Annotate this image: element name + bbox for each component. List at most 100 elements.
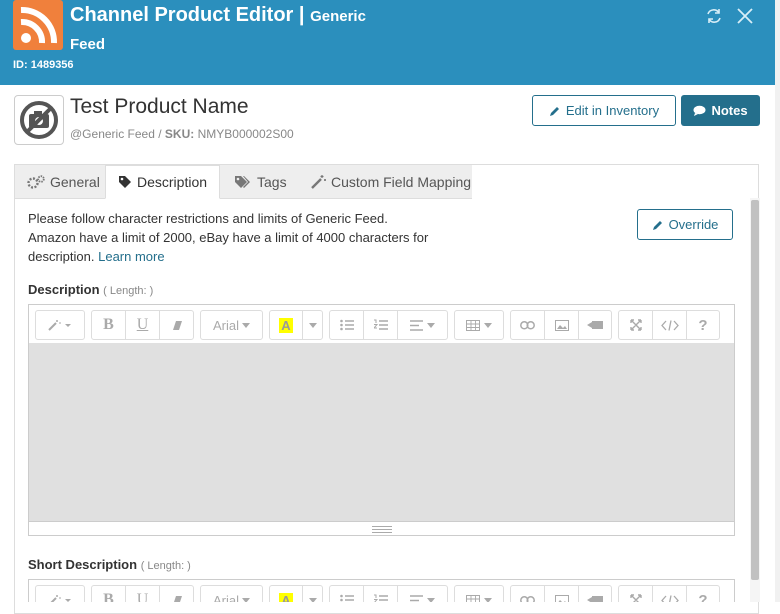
short-description-label-text: Short Description (28, 557, 138, 572)
caret-down-icon (427, 597, 435, 602)
fullscreen-button[interactable] (619, 311, 653, 339)
description-editor[interactable]: B U Arial A ? (28, 304, 735, 536)
close-icon[interactable] (735, 6, 755, 26)
refresh-icon[interactable] (704, 6, 724, 26)
channel-name-line2: Feed (70, 36, 106, 53)
code-view-button[interactable] (653, 311, 687, 339)
tab-tags[interactable]: Tags (234, 165, 287, 198)
align-left-icon (410, 319, 423, 331)
help-button[interactable]: ? (687, 586, 719, 603)
insert-image-button[interactable] (545, 586, 579, 602)
table-dropdown[interactable] (455, 586, 503, 602)
window-title: Channel Product Editor | Generic (70, 3, 366, 29)
eraser-button[interactable] (160, 311, 193, 339)
image-icon (554, 319, 569, 331)
insert-video-button[interactable] (579, 311, 611, 339)
override-label: Override (668, 217, 719, 232)
bullet-list-icon (339, 319, 354, 331)
numbered-list-icon (373, 319, 388, 330)
panel-scrollbar-thumb[interactable] (751, 200, 759, 580)
edit-in-inventory-button[interactable]: Edit in Inventory (532, 95, 676, 126)
align-dropdown[interactable] (398, 586, 447, 602)
numbered-list-icon (373, 594, 388, 602)
tab-custom-field-mapping[interactable]: Custom Field Mapping (310, 165, 471, 198)
ordered-list-button[interactable] (364, 586, 398, 602)
insert-group (510, 310, 612, 340)
text-color-button[interactable]: A (270, 311, 303, 339)
product-name: Test Product Name (70, 95, 249, 118)
magic-wand-icon (48, 320, 71, 331)
font-family-group: Arial (200, 310, 263, 340)
underline-button[interactable]: U (126, 586, 160, 602)
eraser-button[interactable] (160, 586, 193, 602)
sku-value: NMYB000002S00 (197, 127, 294, 141)
short-description-length: ( Length: ) (140, 560, 191, 572)
underline-button[interactable]: U (126, 311, 160, 339)
notes-label: Notes (711, 103, 748, 118)
panel-scrollbar[interactable] (750, 198, 760, 602)
bold-button[interactable]: B (92, 586, 126, 602)
tab-description[interactable]: Description (105, 165, 220, 199)
code-view-button[interactable] (653, 586, 687, 602)
code-icon (660, 319, 679, 331)
window-title-text: Channel Product Editor | (70, 4, 305, 26)
learn-more-link[interactable]: Learn more (98, 249, 164, 264)
insert-image-button[interactable] (545, 311, 579, 339)
magic-style-button[interactable] (36, 586, 84, 602)
font-family-dropdown[interactable]: Arial (201, 586, 262, 602)
color-group: A (269, 310, 323, 340)
color-dropdown-button[interactable] (303, 586, 322, 602)
override-button[interactable]: Override (637, 209, 733, 240)
table-icon (466, 594, 480, 602)
magic-wand-icon (50, 595, 71, 602)
sku-label: SKU: (164, 127, 195, 141)
font-family-value: Arial (212, 317, 239, 333)
description-label-text: Description (28, 282, 100, 297)
help-button[interactable]: ? (687, 311, 719, 339)
insert-group (510, 585, 612, 602)
table-icon (466, 319, 480, 331)
channel-tag: @Generic Feed (70, 127, 155, 141)
color-letter: A (279, 592, 293, 602)
channel-name-line1: Generic (310, 8, 366, 25)
description-label: Description ( Length: ) (28, 282, 153, 297)
text-color-button[interactable]: A (270, 586, 303, 602)
window-scrollbar[interactable] (775, 0, 780, 602)
table-dropdown[interactable] (455, 311, 503, 339)
paragraph-group (329, 585, 448, 602)
tab-general[interactable]: General (27, 165, 100, 198)
tab-custom-field-mapping-label: Custom Field Mapping (331, 173, 472, 190)
align-dropdown[interactable] (398, 311, 447, 339)
unordered-list-button[interactable] (330, 586, 364, 602)
view-group: ? (618, 585, 720, 602)
style-group (35, 585, 85, 602)
color-group: A (269, 585, 323, 602)
description-toolbar: B U Arial A ? (29, 305, 734, 343)
insert-video-button[interactable] (579, 586, 611, 602)
insert-link-button[interactable] (511, 311, 545, 339)
insert-link-button[interactable] (511, 586, 545, 602)
font-style-group: B U (91, 585, 194, 602)
caret-down-icon (484, 597, 492, 602)
description-resize-handle[interactable] (29, 521, 734, 535)
fullscreen-button[interactable] (619, 586, 653, 602)
short-description-editor[interactable]: B U Arial A ? (28, 579, 735, 602)
color-dropdown-button[interactable] (303, 311, 322, 339)
rss-feed-logo-icon (13, 0, 63, 50)
info-line-2: Amazon have a limit of 2000, eBay have a… (28, 230, 429, 245)
caret-down-icon (308, 597, 317, 602)
product-meta: @Generic Feed / SKU: NMYB000002S00 (70, 127, 294, 141)
bold-button[interactable]: B (92, 311, 126, 339)
short-description-label: Short Description ( Length: ) (28, 557, 191, 572)
resize-grip-icon (372, 526, 392, 533)
description-text-area[interactable] (29, 343, 734, 521)
font-family-dropdown[interactable]: Arial (201, 311, 262, 339)
color-letter: A (279, 317, 293, 333)
expand-icon (629, 319, 642, 331)
info-line-1: Please follow character restrictions and… (28, 211, 388, 226)
unordered-list-button[interactable] (330, 311, 364, 339)
magic-style-button[interactable] (36, 311, 84, 339)
notes-button[interactable]: Notes (681, 95, 760, 126)
ordered-list-button[interactable] (364, 311, 398, 339)
no-image-icon (20, 101, 58, 139)
